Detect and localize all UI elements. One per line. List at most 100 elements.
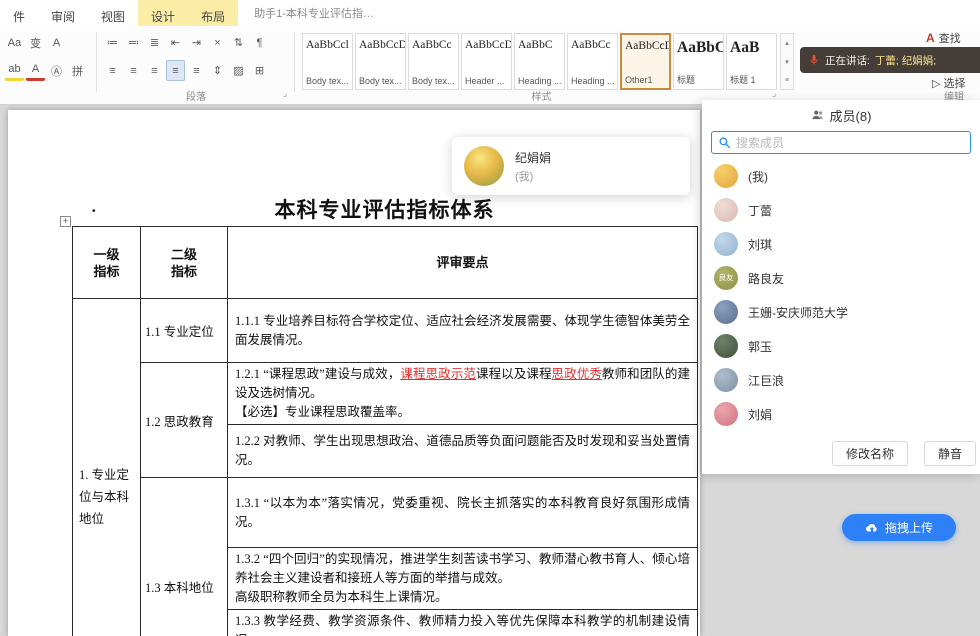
member-avatar: 良友 [714, 266, 738, 290]
gallery-scroll-arrow-icon[interactable]: ▾ [785, 58, 789, 66]
style-option[interactable]: AaBbCcDdlOther1 [620, 33, 671, 90]
multilevel-list-icon[interactable]: ≣ [145, 32, 164, 53]
member-search-box [711, 131, 971, 154]
enclose-character-icon[interactable]: Ⓐ [47, 60, 66, 81]
group-divider [294, 32, 295, 92]
show-marks-icon[interactable]: ¶ [250, 32, 269, 53]
font-tools-row2: abAⒶ拼 [4, 60, 88, 81]
phonetic-guide-icon[interactable]: 变 [26, 32, 45, 53]
line-spacing-icon[interactable]: ⇕ [208, 60, 227, 81]
find-button[interactable]: A 查找 [926, 30, 961, 46]
level2-indicator-cell: 1.2 思政教育 [141, 363, 228, 478]
mute-button[interactable]: 静音 [924, 441, 976, 466]
style-preview: AaBbCc [571, 39, 614, 51]
character-border-icon[interactable]: A [47, 32, 66, 53]
style-option[interactable]: AaBbCcl Body tex... [302, 33, 353, 90]
member-row[interactable]: 良友路良友 [702, 261, 980, 295]
member-row[interactable]: 江巨浪 [702, 363, 980, 397]
bullets-icon[interactable]: ≔ [103, 32, 122, 53]
increase-indent-icon[interactable]: ⇥ [187, 32, 206, 53]
distribute-icon[interactable]: ≡ [187, 60, 206, 81]
member-row[interactable]: (我) [702, 159, 980, 193]
speaking-names: 丁蕾; 纪娟娟; [875, 53, 936, 68]
paragraph-group-label: 段落 [100, 88, 292, 103]
speaker-name: 纪娟娟 [515, 149, 551, 166]
style-name: 标题 [677, 73, 720, 86]
member-row[interactable]: 刘琪 [702, 227, 980, 261]
microphone-icon [808, 54, 820, 66]
numbering-icon[interactable]: ≕ [124, 32, 143, 53]
titlebar-tabs: 件审阅视图设计布局 [0, 0, 238, 26]
member-panel-footer: 修改名称 静音 [832, 441, 976, 466]
table-move-handle[interactable]: + [60, 216, 71, 227]
search-input[interactable] [736, 136, 964, 150]
style-preview: AaBbCcDdl [625, 40, 666, 52]
style-option[interactable]: AaBbCcDd Header ... [461, 33, 512, 90]
table-header-cell: 评审要点 [228, 227, 698, 299]
group-divider [96, 32, 97, 92]
speaker-me-tag: (我) [515, 168, 551, 184]
change-case-icon[interactable]: Aa [5, 32, 24, 53]
align-right-icon[interactable]: ≡ [145, 60, 164, 81]
style-name: 标题 1 [730, 73, 773, 86]
style-option[interactable]: AaBbCcHeading ... [567, 33, 618, 90]
titlebar-tab[interactable]: 设计 [138, 0, 188, 26]
style-option[interactable]: AaB标题 1 [726, 33, 777, 90]
titlebar-tab[interactable]: 审阅 [38, 0, 88, 26]
speaker-video-card: 纪娟娟 (我) [452, 137, 690, 195]
borders-icon[interactable]: ⊞ [250, 60, 269, 81]
asian-layout-icon[interactable]: × [208, 32, 227, 53]
style-gallery-scroll[interactable]: ▴ ▾ ≡ [780, 33, 794, 90]
member-name: 刘琪 [748, 236, 772, 253]
decrease-indent-icon[interactable]: ⇤ [166, 32, 185, 53]
gallery-scroll-arrow-icon[interactable]: ▴ [785, 39, 789, 47]
paragraph-dialog-launcher[interactable]: ⌟ [283, 88, 287, 99]
style-name: Header ... [465, 76, 508, 86]
style-name: Body tex... [412, 76, 455, 86]
style-preview: AaBbC [518, 39, 561, 51]
gallery-scroll-arrow-icon[interactable]: ≡ [785, 77, 789, 84]
member-avatar [714, 368, 738, 392]
justify-icon[interactable]: ≡ [166, 60, 185, 81]
highlight-color-icon[interactable]: ab [5, 61, 24, 81]
style-name: Body tex... [306, 76, 349, 86]
rename-button[interactable]: 修改名称 [832, 441, 908, 466]
member-row[interactable]: 丁蕾 [702, 193, 980, 227]
drag-upload-button[interactable]: 拖拽上传 [842, 514, 956, 541]
align-left-icon[interactable]: ≡ [103, 60, 122, 81]
level2-indicator-cell: 1.3 本科地位 [141, 478, 228, 636]
member-row[interactable]: 刘娟 [702, 397, 980, 431]
speaker-avatar [464, 146, 504, 186]
member-name: 丁蕾 [748, 202, 772, 219]
member-panel: 成员(8) (我)丁蕾刘琪良友路良友王姗-安庆师范大学郭玉江巨浪刘娟 修改名称 … [702, 100, 980, 474]
titlebar-tab[interactable]: 布局 [188, 0, 238, 26]
style-option[interactable]: AaBbC Heading ... [514, 33, 565, 90]
table-row: 1.3 本科地位1.3.1 “以本为本”落实情况，党委重视、院长主抓落实的本科教… [73, 478, 698, 548]
titlebar-tab[interactable]: 件 [0, 0, 38, 26]
pinyin-icon[interactable]: 拼 [68, 60, 87, 81]
review-point-cell: 1.3.1 “以本为本”落实情况，党委重视、院长主抓落实的本科教育良好氛围形成情… [228, 478, 698, 548]
style-option[interactable]: AaBbCcDdlBody tex... [355, 33, 406, 90]
style-preview: AaBbCcl [306, 39, 349, 51]
member-row[interactable]: 王姗-安庆师范大学 [702, 295, 980, 329]
shading-icon[interactable]: ▨ [229, 60, 248, 81]
style-name: Heading ... [518, 76, 561, 86]
font-color-icon[interactable]: A [26, 61, 45, 81]
member-name: 路良友 [748, 270, 784, 287]
titlebar-tab[interactable]: 视图 [88, 0, 138, 26]
sort-icon[interactable]: ⇅ [229, 32, 248, 53]
align-center-icon[interactable]: ≡ [124, 60, 143, 81]
style-option[interactable]: AaBbC标题 [673, 33, 724, 90]
member-name: 江巨浪 [748, 372, 784, 389]
style-preview: AaBbCcDdl [359, 39, 402, 51]
style-preview: AaBbCcDd [465, 39, 508, 51]
member-row[interactable]: 郭玉 [702, 329, 980, 363]
review-point-cell: 1.3.3 教学经费、教学资源条件、教师精力投入等优先保障本科教学的机制建设情况… [228, 610, 698, 636]
style-gallery: AaBbCclBody tex...AaBbCcDdlBody tex...Aa… [302, 33, 779, 90]
find-label: 查找 [939, 30, 961, 46]
style-option[interactable]: AaBbCcBody tex... [408, 33, 459, 90]
styles-dialog-launcher[interactable]: ⌟ [772, 88, 776, 99]
member-list: (我)丁蕾刘琪良友路良友王姗-安庆师范大学郭玉江巨浪刘娟 [702, 159, 980, 431]
member-avatar [714, 198, 738, 222]
window-title: 助手1-本科专业评估指… [254, 5, 374, 21]
